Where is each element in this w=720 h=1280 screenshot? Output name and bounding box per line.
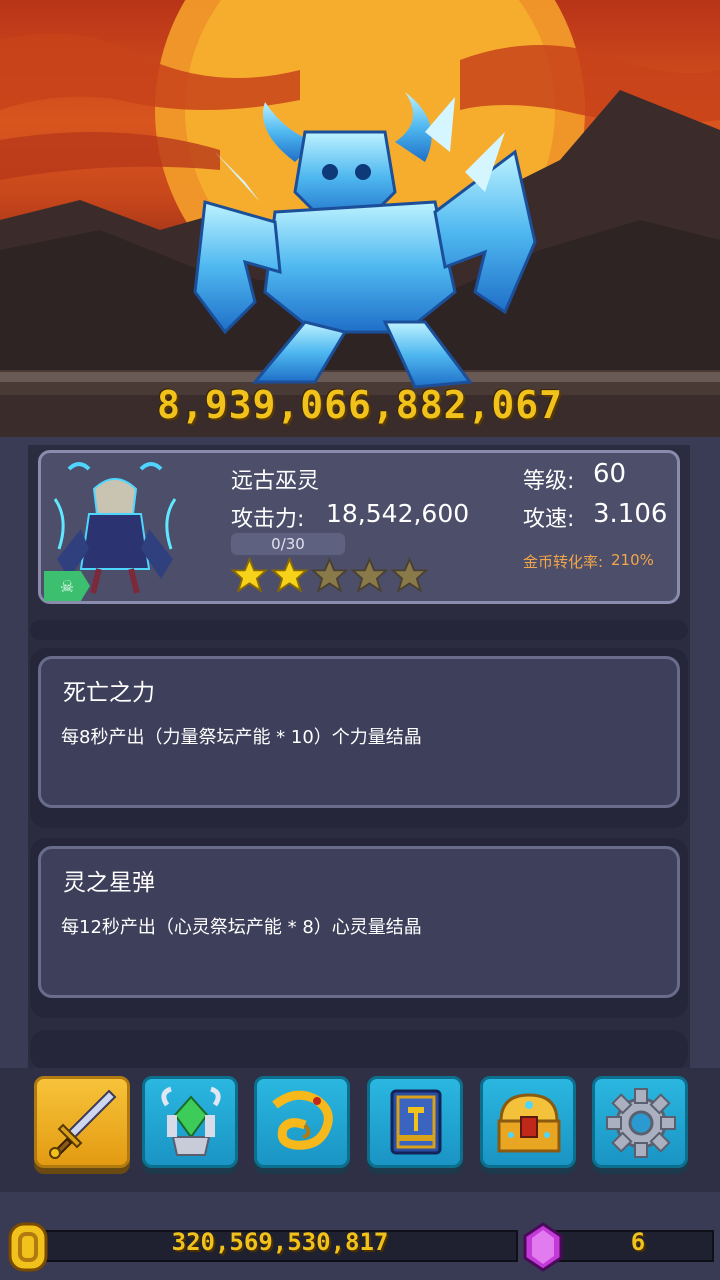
skill-frame-3 [30, 1030, 688, 1070]
gold-rate-value: 210% [611, 551, 654, 569]
boss-hp-counter: 8,939,066,882,067 [157, 383, 563, 427]
skill-title: 死亡之力 [63, 680, 155, 706]
bottom-menu [0, 1068, 720, 1192]
sword-icon [49, 1089, 117, 1159]
star-empty-icon [391, 557, 428, 593]
skill-description: 每12秒产出（心灵祭坛产能 * 8）心灵量结晶 [61, 917, 422, 938]
speed-label: 攻速: [523, 507, 575, 532]
star-filled-icon [231, 557, 268, 593]
menu-button-treasure[interactable] [480, 1076, 576, 1168]
attack-value: 18,542,600 [326, 499, 470, 528]
star-empty-icon [311, 557, 348, 593]
skill-title: 灵之星弹 [63, 870, 155, 896]
skill-card-death-power[interactable]: 死亡之力 每8秒产出（力量祭坛产能 * 10）个力量结晶 [38, 656, 680, 808]
skull-badge-icon: ☠ [44, 571, 90, 601]
hero-card[interactable]: ☠ 远古巫灵 攻击力: 18,542,600 0/30 等级: 60 攻速: 3… [38, 450, 680, 604]
spellbook-icon [390, 1089, 442, 1155]
menu-button-sword[interactable] [34, 1076, 130, 1168]
crystal-altar-icon [161, 1086, 221, 1156]
hero-star-rating [231, 557, 428, 593]
battle-scene: 8,939,066,882,067 [0, 0, 720, 437]
skill-card-spirit-star[interactable]: 灵之星弹 每12秒产出（心灵祭坛产能 * 8）心灵量结晶 [38, 846, 680, 998]
panel-frame [30, 620, 688, 640]
skill-description: 每8秒产出（力量祭坛产能 * 10）个力量结晶 [61, 727, 422, 748]
star-filled-icon [271, 557, 308, 593]
resource-bar: 320,569,530,817 6 [0, 1192, 720, 1280]
gold-rate-label: 金币转化率: [523, 553, 604, 571]
purple-gem-icon [523, 1222, 563, 1272]
gem-amount: 6 [630, 1228, 646, 1256]
hero-progress-bar: 0/30 [231, 533, 345, 555]
gold-amount: 320,569,530,817 [171, 1228, 389, 1256]
treasure-chest-icon [497, 1093, 561, 1153]
star-empty-icon [351, 557, 388, 593]
level-label: 等级: [523, 469, 575, 494]
menu-button-dragon[interactable] [254, 1076, 350, 1168]
ice-demon-icon[interactable] [185, 92, 545, 392]
hero-name: 远古巫灵 [231, 469, 320, 494]
speed-value: 3.106 [593, 499, 668, 529]
menu-button-altar[interactable] [142, 1076, 238, 1168]
level-value: 60 [593, 459, 627, 489]
hero-progress-text: 0/30 [271, 535, 305, 553]
golden-dragon-icon [272, 1090, 333, 1150]
attack-label: 攻击力: [231, 507, 305, 532]
menu-button-spellbook[interactable] [367, 1076, 463, 1168]
menu-button-settings[interactable] [592, 1076, 688, 1168]
settings-gear-icon [606, 1088, 676, 1158]
gold-coin-icon [8, 1222, 48, 1272]
